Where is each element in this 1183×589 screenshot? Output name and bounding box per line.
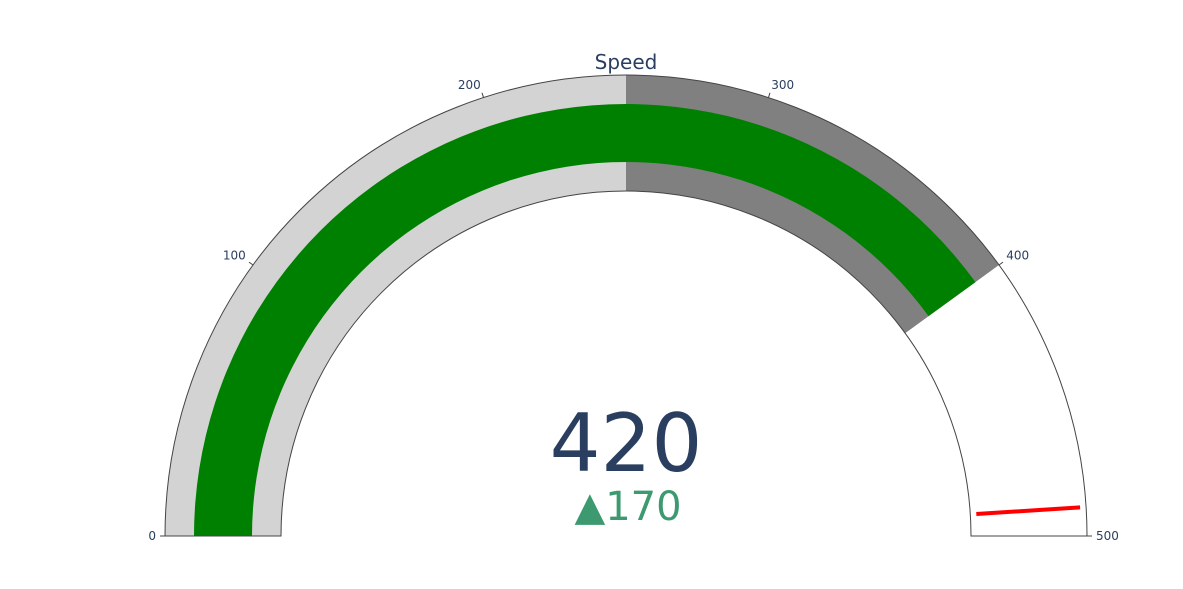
gauge-tick-4 xyxy=(998,261,1004,266)
gauge-chart: 0 100 200 300 400 500 Speed 420 ▲170 xyxy=(0,0,1183,589)
delta-up-icon: ▲ xyxy=(574,484,605,530)
gauge-delta: ▲170 xyxy=(574,484,681,530)
gauge-tick-1 xyxy=(248,261,254,266)
gauge-threshold xyxy=(976,505,1081,516)
gauge-tick-label-4: 400 xyxy=(1006,249,1029,263)
gauge-threshold-layer xyxy=(976,505,1081,516)
gauge-tick-3 xyxy=(767,92,771,98)
delta-value: 170 xyxy=(605,484,681,530)
gauge-tick-label-3: 300 xyxy=(771,78,794,92)
gauge-svg: 0 100 200 300 400 500 Speed 420 ▲170 xyxy=(148,50,1119,543)
gauge-title: Speed xyxy=(595,50,658,74)
gauge-tick-label-5: 500 xyxy=(1096,529,1119,543)
gauge-tick-2 xyxy=(481,92,485,98)
gauge-tick-label-1: 100 xyxy=(223,249,246,263)
gauge-tick-label-2: 200 xyxy=(458,78,481,92)
gauge-tick-label-0: 0 xyxy=(148,529,156,543)
gauge-value: 420 xyxy=(550,397,703,490)
